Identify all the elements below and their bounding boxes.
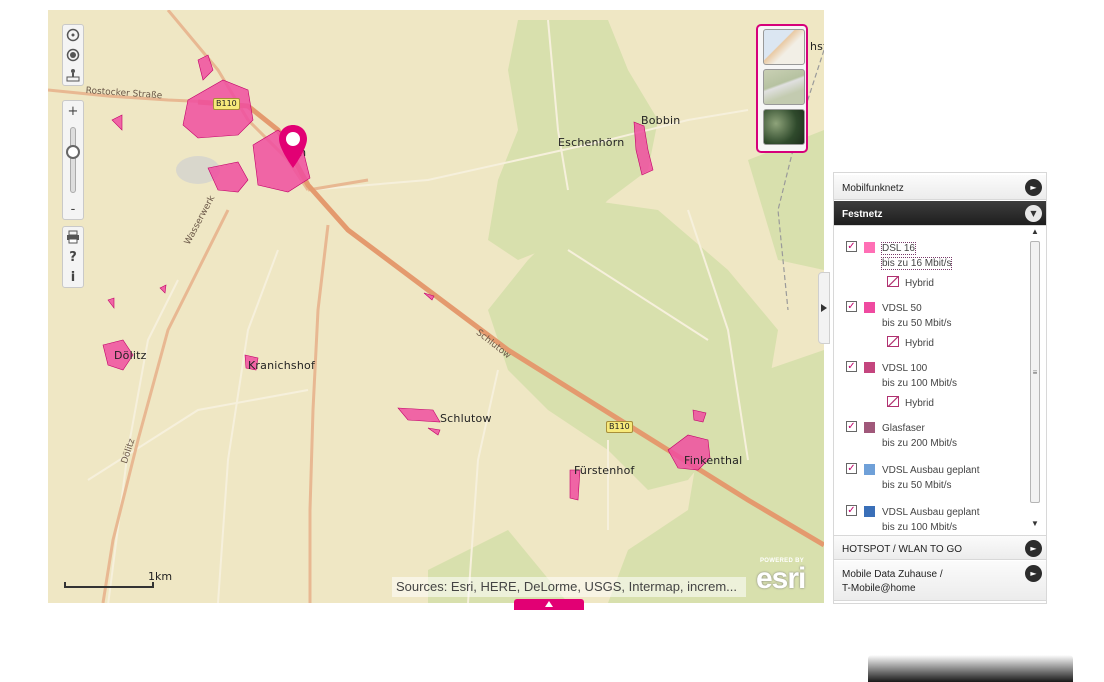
arrow-right-icon[interactable]: ► xyxy=(1025,565,1042,582)
legend-title: DSL 16 xyxy=(881,242,916,255)
accordion-mobilfunk-label: Mobilfunknetz xyxy=(842,183,904,194)
accordion-festnetz[interactable]: Festnetz ▼ xyxy=(834,201,1046,226)
arrow-right-icon[interactable]: ► xyxy=(1025,540,1042,557)
accordion-homenet-line2: T-Mobile@home xyxy=(842,583,916,594)
checkbox-vdsl-ausbau-50[interactable]: ✓ xyxy=(846,463,857,474)
legend-swatch xyxy=(864,302,875,313)
info-button[interactable]: i xyxy=(63,267,83,287)
accordion-hotspot-label: HOTSPOT / WLAN TO GO xyxy=(842,544,963,555)
place-bobbin: Bobbin xyxy=(641,114,681,127)
hybrid-swatch xyxy=(887,336,899,347)
hybrid-swatch xyxy=(887,396,899,407)
streetview-icon[interactable] xyxy=(63,65,83,85)
scroll-up-icon[interactable]: ▲ xyxy=(1031,227,1039,236)
checkbox-vdsl100[interactable]: ✓ xyxy=(846,361,857,372)
scale-bar-line xyxy=(64,582,154,588)
place-partial-east: hst xyxy=(810,40,824,53)
zoom-out-button[interactable]: - xyxy=(63,199,83,219)
place-fuerstenhof: Fürstenhof xyxy=(574,464,635,477)
legend-title: VDSL 100 xyxy=(882,363,928,374)
legend-subtitle: bis zu 100 Mbit/s xyxy=(882,522,958,533)
legend-list: ✓ DSL 16 bis zu 16 Mbit/s Hybrid ✓ VDSL … xyxy=(834,225,1046,535)
map-attribution: Sources: Esri, HERE, DeLorme, USGS, Inte… xyxy=(392,577,746,597)
legend-title: VDSL Ausbau geplant xyxy=(882,507,980,518)
checkbox-glasfaser[interactable]: ✓ xyxy=(846,421,857,432)
legend-swatch xyxy=(864,464,875,475)
map-canvas[interactable]: B110 B110 Rostocker Straße Wasserwerk Sc… xyxy=(48,10,824,603)
legend-item-dsl16: ✓ DSL 16 bis zu 16 Mbit/s Hybrid xyxy=(846,241,1026,291)
checkbox-dsl16[interactable]: ✓ xyxy=(846,241,857,252)
legend-title: VDSL 50 xyxy=(882,303,922,314)
basemap-terrain-thumb[interactable] xyxy=(763,69,805,105)
checkbox-vdsl50[interactable]: ✓ xyxy=(846,301,857,312)
legend-swatch xyxy=(864,362,875,373)
layer-panel: Mobilfunknetz ► Festnetz ▼ ✓ DSL 16 bis … xyxy=(833,172,1047,604)
legend-swatch xyxy=(864,422,875,433)
accordion-homenet-line1: Mobile Data Zuhause / xyxy=(842,569,943,580)
locate-icon[interactable] xyxy=(63,45,83,65)
legend-subtitle: bis zu 16 Mbit/s xyxy=(880,257,953,270)
zoom-slider-handle[interactable] xyxy=(66,145,80,159)
legend-subtitle: bis zu 200 Mbit/s xyxy=(882,438,958,449)
legend-item-glasfaser: ✓ Glasfaser bis zu 200 Mbit/s xyxy=(846,421,1026,451)
accordion-festnetz-label: Festnetz xyxy=(842,209,883,220)
accordion-mobilfunk[interactable]: Mobilfunknetz ► xyxy=(834,175,1046,200)
basemap-switcher xyxy=(756,24,808,153)
frame-shadow xyxy=(868,655,1073,682)
place-dolitz: Dölitz xyxy=(114,349,147,362)
esri-logo: POWERED BY esri xyxy=(752,558,822,600)
utility-toolbar: ? i xyxy=(62,226,84,288)
basemap-satellite-thumb[interactable] xyxy=(763,109,805,145)
basemap-street-thumb[interactable] xyxy=(763,29,805,65)
legend-subtitle: bis zu 50 Mbit/s xyxy=(882,318,952,329)
legend-hybrid-label: Hybrid xyxy=(905,278,934,289)
legend-swatch xyxy=(864,506,875,517)
navigation-toolbar xyxy=(62,24,84,86)
legend-hybrid-label: Hybrid xyxy=(905,338,934,349)
legend-item-vdsl-ausbau-100: ✓ VDSL Ausbau geplant bis zu 100 Mbit/s xyxy=(846,505,1026,535)
chevron-up-icon xyxy=(545,601,553,607)
legend-item-vdsl-ausbau-50: ✓ VDSL Ausbau geplant bis zu 50 Mbit/s xyxy=(846,463,1026,493)
legend-item-vdsl100: ✓ VDSL 100 bis zu 100 Mbit/s Hybrid xyxy=(846,361,1026,411)
scroll-down-icon[interactable]: ▼ xyxy=(1031,519,1039,528)
pan-icon[interactable] xyxy=(63,25,83,45)
arrow-right-icon[interactable]: ► xyxy=(1025,179,1042,196)
hybrid-swatch xyxy=(887,276,899,287)
place-schlutow: Schlutow xyxy=(440,412,492,425)
chevron-right-icon xyxy=(821,304,827,312)
panel-collapse-handle[interactable] xyxy=(818,272,830,344)
accordion-hotspot[interactable]: HOTSPOT / WLAN TO GO ► xyxy=(834,535,1046,560)
scroll-thumb[interactable]: ≡ xyxy=(1030,241,1040,503)
esri-wordmark: esri xyxy=(756,562,806,595)
zoom-slider-track[interactable] xyxy=(70,127,76,193)
legend-subtitle: bis zu 50 Mbit/s xyxy=(882,480,952,491)
zoom-in-button[interactable]: + xyxy=(63,101,83,121)
zoom-control: + - xyxy=(62,100,84,220)
location-pin-icon[interactable] xyxy=(278,124,308,170)
map-layer xyxy=(48,10,824,603)
place-eschenhoern: Eschenhörn xyxy=(558,136,625,149)
chevron-down-icon[interactable]: ▼ xyxy=(1025,205,1042,222)
legend-item-vdsl50: ✓ VDSL 50 bis zu 50 Mbit/s Hybrid xyxy=(846,301,1026,351)
print-icon[interactable] xyxy=(63,227,83,247)
app-frame: B110 B110 Rostocker Straße Wasserwerk Sc… xyxy=(0,0,1104,682)
legend-title: Glasfaser xyxy=(882,423,925,434)
legend-hybrid-label: Hybrid xyxy=(905,398,934,409)
bottom-drawer-handle[interactable] xyxy=(514,599,584,610)
legend-subtitle: bis zu 100 Mbit/s xyxy=(882,378,958,389)
legend-swatch xyxy=(864,242,875,253)
legend-scrollbar[interactable]: ▲ ≡ ▼ xyxy=(1028,225,1042,533)
accordion-homenet[interactable]: Mobile Data Zuhause / T-Mobile@home ► xyxy=(834,561,1046,601)
checkbox-vdsl-ausbau-100[interactable]: ✓ xyxy=(846,505,857,516)
place-kranichshof: Kranichshof xyxy=(248,359,316,372)
route-shield-b110-south: B110 xyxy=(606,421,633,433)
legend-title: VDSL Ausbau geplant xyxy=(882,465,980,476)
route-shield-b110-north: B110 xyxy=(213,98,240,110)
place-finkenthal: Finkenthal xyxy=(684,454,743,467)
help-button[interactable]: ? xyxy=(63,247,83,267)
